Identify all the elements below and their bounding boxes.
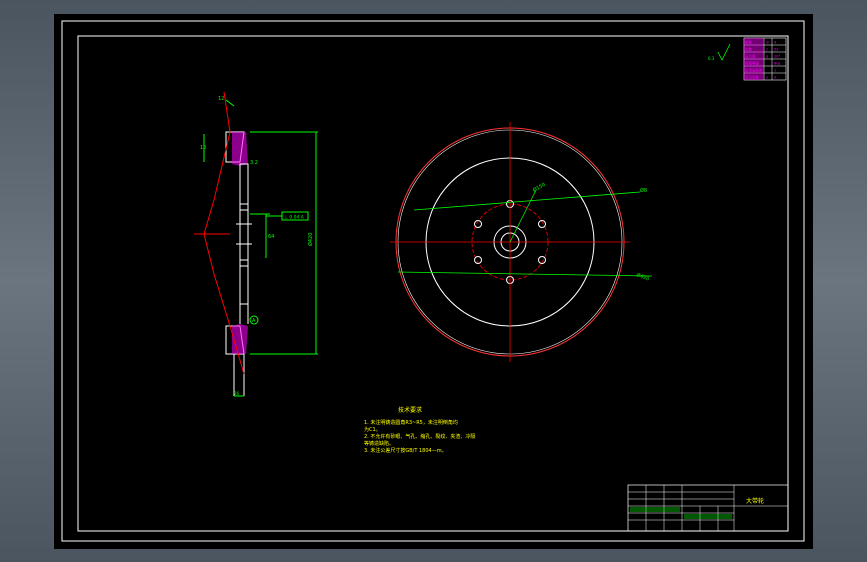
notes-line: 等铸造缺陷。 [364, 440, 394, 447]
table-row: 精度等级 8GJ [744, 59, 780, 66]
svg-text:变位系数: 变位系数 [745, 75, 759, 80]
svg-text:x: x [766, 76, 768, 80]
notes-line: 2. 不允许有砂眼、气孔、缩孔、裂纹、夹渣、冷隔 [364, 433, 475, 440]
tolerance-frame-text: ⊥ 0.04 A [284, 215, 305, 221]
svg-text:52: 52 [774, 48, 778, 52]
dim-height: Ø420 [307, 233, 314, 246]
svg-text:z: z [766, 48, 768, 52]
table-row: 变位系数 x 0 [744, 73, 776, 80]
svg-text:压力角: 压力角 [745, 54, 756, 59]
dim-thickness: 10 [200, 145, 206, 151]
cad-drawing: Ø420 10 12 64 ⊥ 0.04 A 3.2 A 26 Ø150 Ø42… [61, 20, 805, 542]
drawing-canvas: Ø420 10 12 64 ⊥ 0.04 A 3.2 A 26 Ø150 Ø42… [54, 14, 813, 549]
svg-text:0: 0 [774, 76, 776, 80]
svg-text:齿数: 齿数 [745, 47, 753, 52]
table-row: 齿顶高系数 1 [744, 66, 776, 73]
front-view: Ø150 Ø420 Ø8 [390, 122, 653, 362]
title-block: 大带轮 [627, 484, 789, 532]
svg-text:8GJ: 8GJ [774, 62, 780, 66]
parameter-table: 模数 m 4 齿数 z 52 压力角 α 20° 精度等级 8GJ 齿顶高系数 … [708, 37, 787, 81]
svg-text:6.3: 6.3 [708, 56, 715, 61]
datum-label: A [252, 318, 256, 324]
svg-text:齿顶高系数: 齿顶高系数 [745, 68, 763, 73]
dim-bore: Ø8 [640, 187, 647, 194]
table-row: 齿数 z 52 [744, 45, 778, 52]
svg-text:模数: 模数 [745, 40, 753, 45]
dim-outer: Ø420 [635, 271, 650, 282]
dim-angle: 12 [218, 96, 224, 102]
notes-title: 技术要求 [398, 406, 422, 414]
svg-text:α: α [766, 55, 769, 59]
notes-line: 为C1。 [364, 426, 381, 433]
dim-leader-2 [397, 271, 653, 277]
dim-hole-circle: Ø150 [532, 181, 547, 194]
outer-frame [61, 20, 805, 542]
inner-frame [77, 35, 789, 532]
roughness-symbol-icon: 6.3 [708, 43, 731, 61]
notes-line: 3. 未注公差尺寸按GB/T 1804—m。 [364, 447, 447, 454]
svg-text:20°: 20° [774, 55, 780, 59]
web-hatch-lower [232, 324, 248, 354]
notes-line: 1. 未注明铸造圆角R3~R5，未注明倒角均 [364, 419, 458, 426]
dim-hub: 64 [268, 234, 274, 240]
svg-text:精度等级: 精度等级 [745, 61, 759, 66]
dim-leader-3 [509, 189, 537, 243]
table-row: 压力角 α 20° [744, 52, 780, 59]
svg-text:m: m [766, 41, 770, 45]
svg-text:4: 4 [774, 41, 777, 45]
drawing-name: 大带轮 [746, 497, 764, 505]
web-hatch-upper [232, 132, 248, 166]
roughness-label: 3.2 [250, 160, 258, 166]
web-plate [239, 163, 249, 305]
technical-notes: 技术要求 1. 未注明铸造圆角R3~R5，未注明倒角均 为C1。 2. 不允许有… [364, 406, 475, 454]
svg-text:1: 1 [774, 69, 776, 73]
section-view: Ø420 10 12 64 ⊥ 0.04 A 3.2 A 26 [194, 91, 318, 397]
svg-text:26: 26 [234, 391, 240, 396]
